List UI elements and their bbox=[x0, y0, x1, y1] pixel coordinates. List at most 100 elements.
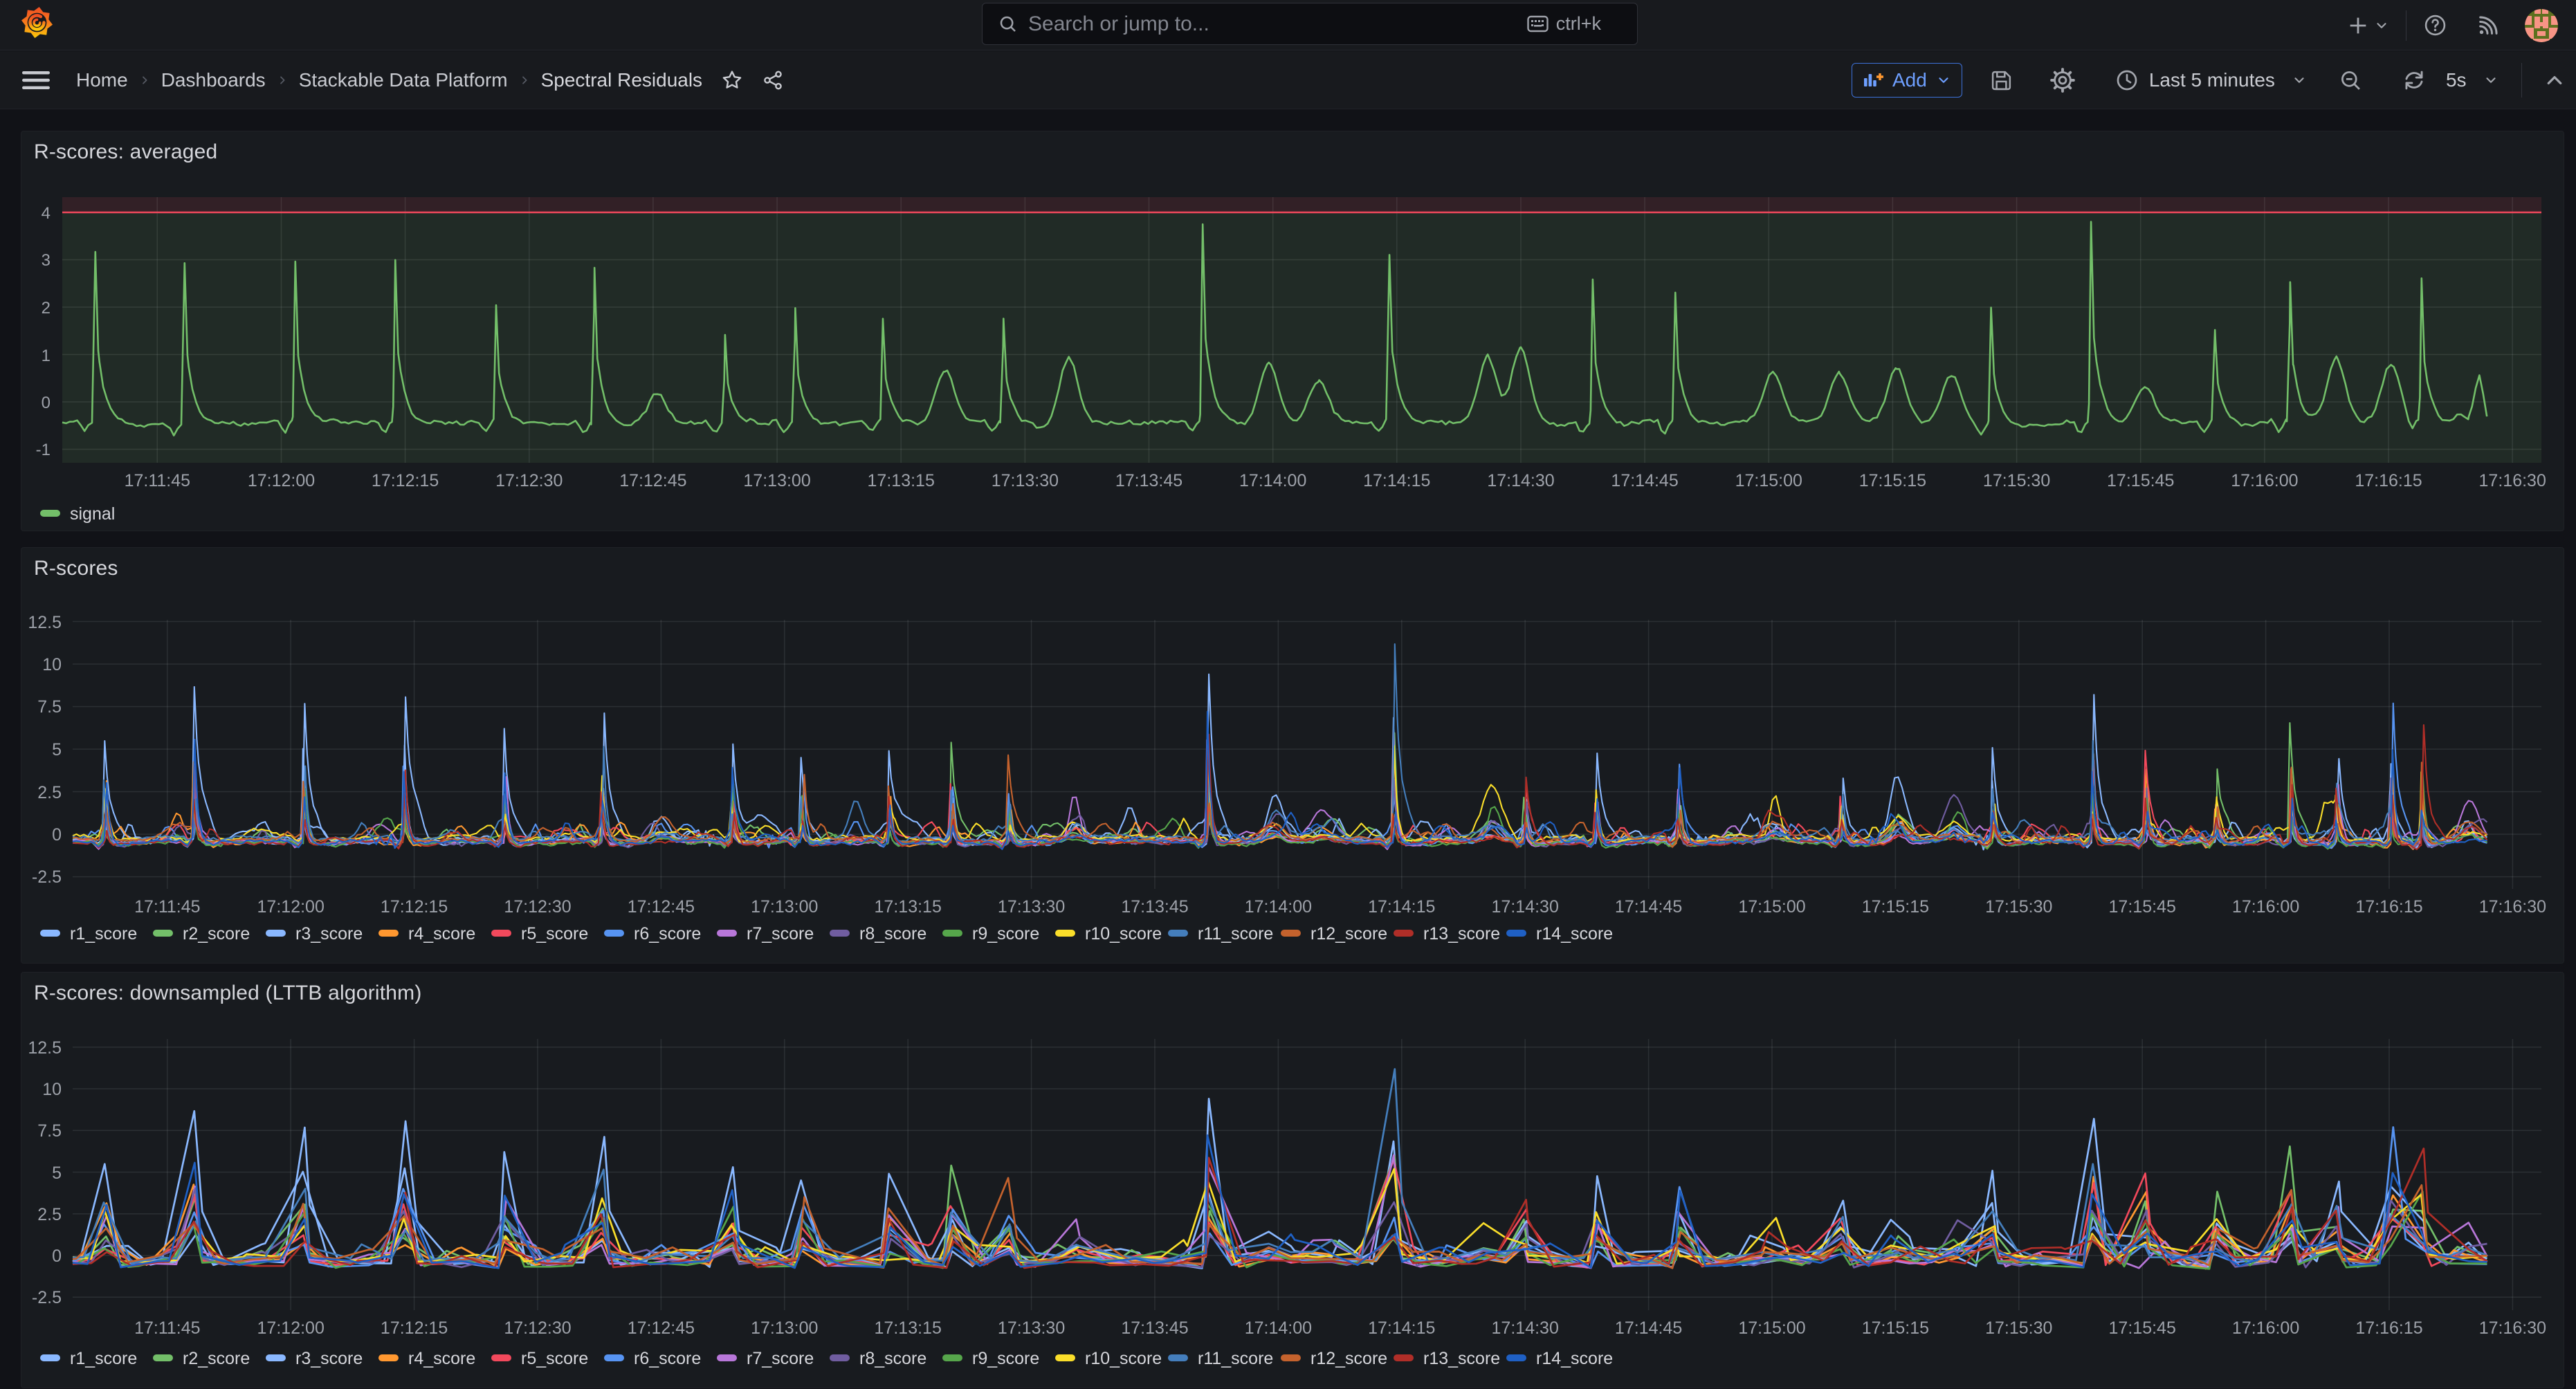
svg-text:17:13:00: 17:13:00 bbox=[751, 1318, 818, 1338]
svg-text:17:11:45: 17:11:45 bbox=[134, 1318, 200, 1338]
svg-text:17:14:15: 17:14:15 bbox=[1368, 1318, 1435, 1338]
svg-text:17:16:00: 17:16:00 bbox=[2231, 471, 2298, 490]
svg-text:17:14:45: 17:14:45 bbox=[1615, 1318, 1682, 1338]
svg-text:r2_score: r2_score bbox=[183, 1349, 250, 1368]
svg-text:17:14:15: 17:14:15 bbox=[1368, 897, 1435, 917]
svg-text:17:14:45: 17:14:45 bbox=[1615, 897, 1682, 917]
svg-text:17:12:00: 17:12:00 bbox=[248, 471, 315, 490]
svg-text:17:14:00: 17:14:00 bbox=[1245, 897, 1312, 917]
svg-text:17:14:00: 17:14:00 bbox=[1245, 1318, 1312, 1338]
svg-text:r7_score: r7_score bbox=[747, 1349, 814, 1368]
svg-text:0: 0 bbox=[42, 394, 51, 412]
svg-text:17:14:30: 17:14:30 bbox=[1492, 1318, 1559, 1338]
svg-text:17:16:15: 17:16:15 bbox=[2355, 897, 2422, 917]
svg-text:7.5: 7.5 bbox=[37, 697, 62, 717]
svg-text:r8_score: r8_score bbox=[859, 924, 926, 944]
svg-text:r5_score: r5_score bbox=[521, 924, 588, 944]
svg-text:2: 2 bbox=[42, 299, 51, 318]
svg-text:r6_score: r6_score bbox=[634, 1349, 701, 1368]
svg-text:-2.5: -2.5 bbox=[32, 867, 62, 887]
svg-text:r14_score: r14_score bbox=[1536, 1349, 1613, 1368]
svg-text:r10_score: r10_score bbox=[1085, 1349, 1162, 1368]
svg-text:3: 3 bbox=[42, 251, 51, 270]
svg-text:r13_score: r13_score bbox=[1423, 1349, 1500, 1368]
svg-text:17:14:00: 17:14:00 bbox=[1239, 471, 1306, 490]
svg-text:17:12:30: 17:12:30 bbox=[504, 897, 571, 917]
svg-text:17:13:00: 17:13:00 bbox=[743, 471, 810, 490]
svg-text:17:15:00: 17:15:00 bbox=[1738, 1318, 1805, 1338]
svg-text:5: 5 bbox=[52, 740, 62, 760]
svg-text:17:13:45: 17:13:45 bbox=[1121, 1318, 1188, 1338]
svg-text:17:16:30: 17:16:30 bbox=[2479, 1318, 2546, 1338]
svg-text:r5_score: r5_score bbox=[521, 1349, 588, 1368]
svg-text:17:13:45: 17:13:45 bbox=[1115, 471, 1182, 490]
svg-text:r12_score: r12_score bbox=[1310, 924, 1387, 944]
svg-text:17:16:15: 17:16:15 bbox=[2355, 471, 2422, 490]
svg-text:17:14:30: 17:14:30 bbox=[1487, 471, 1554, 490]
svg-text:17:14:15: 17:14:15 bbox=[1363, 471, 1430, 490]
svg-text:17:13:45: 17:13:45 bbox=[1121, 897, 1188, 917]
svg-text:17:12:00: 17:12:00 bbox=[257, 1318, 325, 1338]
svg-text:17:13:30: 17:13:30 bbox=[992, 471, 1059, 490]
svg-text:17:15:30: 17:15:30 bbox=[1983, 471, 2050, 490]
svg-text:17:15:00: 17:15:00 bbox=[1738, 897, 1805, 917]
svg-text:17:13:15: 17:13:15 bbox=[875, 897, 942, 917]
svg-text:r13_score: r13_score bbox=[1423, 924, 1500, 944]
svg-text:17:12:15: 17:12:15 bbox=[372, 471, 439, 490]
svg-text:r7_score: r7_score bbox=[747, 924, 814, 944]
svg-text:17:15:15: 17:15:15 bbox=[1862, 897, 1929, 917]
svg-text:17:12:15: 17:12:15 bbox=[381, 897, 448, 917]
svg-text:r6_score: r6_score bbox=[634, 924, 701, 944]
svg-text:12.5: 12.5 bbox=[28, 613, 62, 632]
svg-text:17:16:15: 17:16:15 bbox=[2355, 1318, 2422, 1338]
svg-text:17:12:30: 17:12:30 bbox=[495, 471, 563, 490]
svg-text:17:15:15: 17:15:15 bbox=[1862, 1318, 1929, 1338]
svg-text:17:12:45: 17:12:45 bbox=[619, 471, 686, 490]
svg-text:4: 4 bbox=[42, 204, 51, 223]
svg-text:12.5: 12.5 bbox=[28, 1038, 62, 1058]
svg-text:17:15:45: 17:15:45 bbox=[2109, 1318, 2176, 1338]
svg-text:17:16:30: 17:16:30 bbox=[2479, 897, 2546, 917]
svg-text:r3_score: r3_score bbox=[295, 924, 363, 944]
svg-text:17:12:45: 17:12:45 bbox=[628, 897, 695, 917]
svg-text:2.5: 2.5 bbox=[37, 783, 62, 802]
svg-text:1: 1 bbox=[42, 347, 51, 365]
svg-text:signal: signal bbox=[70, 504, 115, 524]
svg-text:17:13:30: 17:13:30 bbox=[998, 1318, 1065, 1338]
svg-text:5: 5 bbox=[52, 1163, 62, 1183]
svg-text:r12_score: r12_score bbox=[1310, 1349, 1387, 1368]
svg-text:r4_score: r4_score bbox=[408, 1349, 475, 1368]
svg-text:17:13:00: 17:13:00 bbox=[751, 897, 818, 917]
svg-text:17:15:45: 17:15:45 bbox=[2109, 897, 2176, 917]
svg-text:r1_score: r1_score bbox=[70, 924, 137, 944]
svg-text:r1_score: r1_score bbox=[70, 1349, 137, 1368]
svg-text:r10_score: r10_score bbox=[1085, 924, 1162, 944]
svg-text:r3_score: r3_score bbox=[295, 1349, 363, 1368]
svg-text:r14_score: r14_score bbox=[1536, 924, 1613, 944]
svg-text:r8_score: r8_score bbox=[859, 1349, 926, 1368]
svg-text:0: 0 bbox=[52, 1247, 62, 1266]
svg-text:17:12:30: 17:12:30 bbox=[504, 1318, 571, 1338]
svg-text:r2_score: r2_score bbox=[183, 924, 250, 944]
svg-text:17:16:00: 17:16:00 bbox=[2232, 897, 2299, 917]
svg-text:17:15:30: 17:15:30 bbox=[1985, 1318, 2052, 1338]
svg-text:17:16:00: 17:16:00 bbox=[2232, 1318, 2299, 1338]
svg-text:-2.5: -2.5 bbox=[32, 1288, 62, 1307]
svg-text:17:15:45: 17:15:45 bbox=[2107, 471, 2174, 490]
svg-text:r11_score: r11_score bbox=[1198, 924, 1273, 944]
svg-text:0: 0 bbox=[52, 825, 62, 845]
svg-text:r9_score: r9_score bbox=[972, 924, 1039, 944]
svg-text:r4_score: r4_score bbox=[408, 924, 475, 944]
svg-text:17:13:30: 17:13:30 bbox=[998, 897, 1065, 917]
svg-text:17:13:15: 17:13:15 bbox=[868, 471, 935, 490]
svg-text:17:12:15: 17:12:15 bbox=[381, 1318, 448, 1338]
svg-text:r11_score: r11_score bbox=[1198, 1349, 1273, 1368]
svg-text:-1: -1 bbox=[36, 441, 51, 459]
svg-text:17:14:30: 17:14:30 bbox=[1492, 897, 1559, 917]
svg-text:17:15:30: 17:15:30 bbox=[1985, 897, 2052, 917]
svg-text:17:15:00: 17:15:00 bbox=[1735, 471, 1802, 490]
svg-text:17:16:30: 17:16:30 bbox=[2479, 471, 2546, 490]
svg-text:7.5: 7.5 bbox=[37, 1121, 62, 1141]
svg-text:r9_score: r9_score bbox=[972, 1349, 1039, 1368]
svg-text:2.5: 2.5 bbox=[37, 1205, 62, 1224]
